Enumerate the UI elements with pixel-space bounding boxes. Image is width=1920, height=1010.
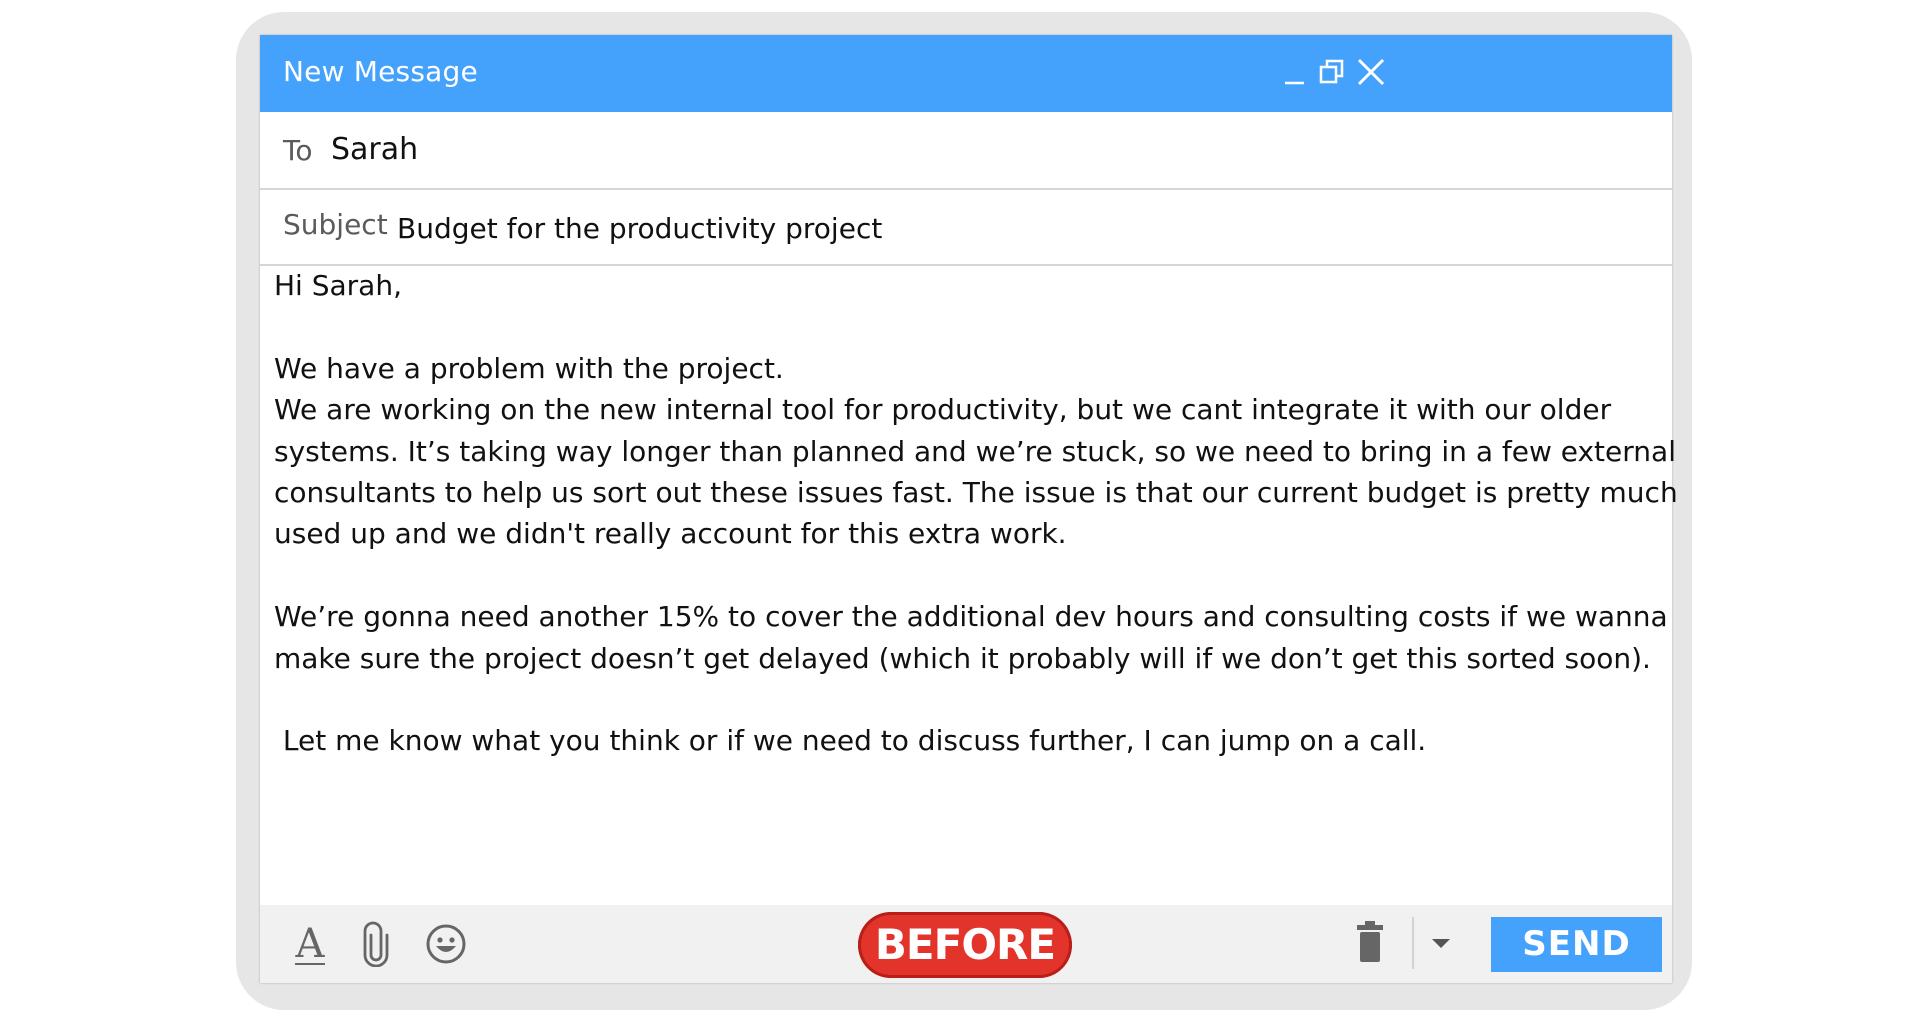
subject-field[interactable]: Budget for the productivity project <box>397 212 882 245</box>
greeting: Hi Sarah, <box>274 269 402 302</box>
message-body[interactable]: Hi Sarah, We have a problem with the pro… <box>274 265 1678 885</box>
before-badge: BEFORE <box>858 912 1072 978</box>
close-icon[interactable] <box>1356 57 1386 87</box>
svg-text:A: A <box>295 923 326 967</box>
attachment-icon[interactable] <box>363 921 389 968</box>
title-bar: New Message <box>260 35 1672 112</box>
body-line: consultants to help us sort out these is… <box>274 476 1678 510</box>
emoji-icon[interactable] <box>424 922 468 966</box>
restore-icon[interactable] <box>1317 57 1347 87</box>
body-line: We have a problem with the project. <box>274 351 784 385</box>
to-row[interactable]: To Sarah <box>260 112 1672 190</box>
to-field[interactable]: Sarah <box>331 132 418 167</box>
request-line: We’re gonna need another 15% to cover th… <box>274 600 1668 634</box>
body-line: used up and we didn't really account for… <box>274 517 1067 551</box>
compose-window: New Message To Sarah Subject Budget for … <box>260 35 1678 983</box>
subject-row[interactable]: Subject Budget for the productivity proj… <box>260 190 1672 266</box>
body-line: We are working on the new internal tool … <box>274 393 1612 427</box>
body-line: systems. It’s taking way longer than pla… <box>274 434 1676 468</box>
bottom-toolbar: A BEFORE SEND <box>260 905 1672 983</box>
caret-down-icon[interactable] <box>1428 933 1454 953</box>
subject-label: Subject <box>283 208 388 241</box>
request-line: make sure the project doesn’t get delaye… <box>274 641 1651 675</box>
send-button[interactable]: SEND <box>1491 917 1662 972</box>
window-title: New Message <box>283 55 478 88</box>
text-format-icon[interactable]: A <box>293 921 327 967</box>
to-label: To <box>283 134 313 167</box>
toolbar-divider <box>1412 917 1414 969</box>
closing-line: Let me know what you think or if we need… <box>274 724 1427 758</box>
trash-icon[interactable] <box>1355 919 1385 965</box>
minimize-icon[interactable] <box>1280 57 1310 87</box>
